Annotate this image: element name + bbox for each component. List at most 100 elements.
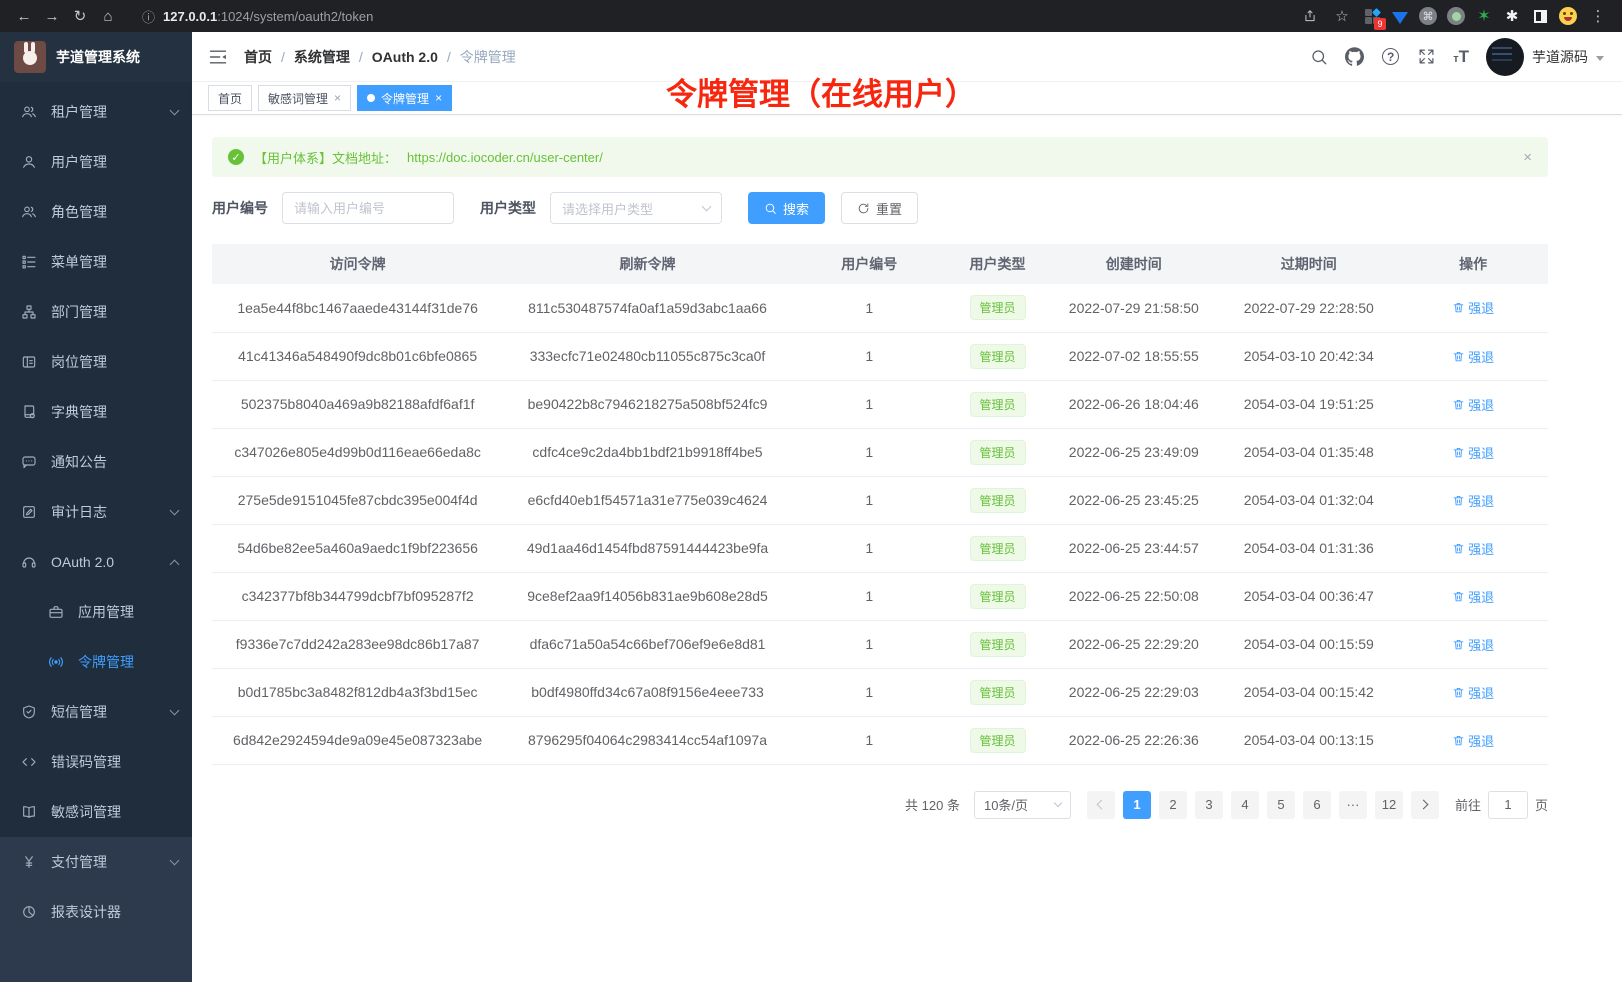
address-bar[interactable]: ⓘ 127.0.0.1:1024/system/oauth2/token [130, 4, 1282, 28]
sidebar-item[interactable]: 租户管理 [0, 87, 192, 137]
table-header-cell: 用户类型 [947, 244, 1049, 284]
page-number-button[interactable]: 3 [1195, 791, 1223, 819]
doc-link[interactable]: https://doc.iocoder.cn/user-center/ [407, 150, 603, 165]
user-id-cell: 1 [792, 620, 947, 668]
created-time-cell: 2022-06-25 23:44:57 [1048, 524, 1219, 572]
sidebar-item-icon [21, 304, 37, 320]
browser-forward-icon[interactable]: → [38, 3, 66, 29]
breadcrumb-item[interactable]: 首页 [244, 47, 272, 67]
sidebar-item[interactable]: 角色管理 [0, 187, 192, 237]
page-number-button[interactable]: 5 [1267, 791, 1295, 819]
breadcrumb-item[interactable]: 系统管理 [294, 47, 350, 67]
browser-back-icon[interactable]: ← [10, 3, 38, 29]
page-number-button[interactable]: ··· [1339, 791, 1367, 819]
next-page-button[interactable] [1411, 791, 1439, 819]
page-size-select[interactable]: 10条/页 [974, 791, 1071, 819]
extension-gem-icon[interactable] [1388, 4, 1412, 28]
sidebar-item[interactable]: 应用管理 [0, 587, 192, 637]
force-logout-link[interactable]: 强退 [1452, 347, 1494, 366]
sidebar-item[interactable]: 支付管理 [0, 837, 192, 887]
share-icon[interactable] [1296, 3, 1324, 29]
page-number-button[interactable]: 12 [1375, 791, 1403, 819]
force-logout-link[interactable]: 强退 [1452, 683, 1494, 702]
force-logout-link[interactable]: 强退 [1452, 491, 1494, 510]
sidebar-item[interactable]: OAuth 2.0 [0, 537, 192, 587]
sidebar-item[interactable]: 菜单管理 [0, 237, 192, 287]
help-icon[interactable]: ? [1381, 47, 1400, 66]
sidebar-item[interactable]: 报表设计器 [0, 887, 192, 937]
sidebar-item-label: 令牌管理 [78, 652, 178, 672]
page-number-button[interactable]: 4 [1231, 791, 1259, 819]
page-number-button[interactable]: 6 [1303, 791, 1331, 819]
force-logout-link[interactable]: 强退 [1452, 443, 1494, 462]
user-id-input[interactable] [282, 192, 454, 224]
bookmark-star-icon[interactable]: ☆ [1328, 3, 1356, 29]
refresh-icon [857, 202, 870, 215]
browser-refresh-icon[interactable]: ↻ [66, 3, 94, 29]
fullscreen-icon[interactable] [1417, 47, 1436, 66]
user-type-select[interactable]: 请选择用户类型 [550, 192, 722, 224]
user-id-cell: 1 [792, 332, 947, 380]
sidebar-item[interactable]: 短信管理 [0, 687, 192, 737]
sidebar-item[interactable]: 用户管理 [0, 137, 192, 187]
sidebar-menu-bottom: 支付管理 报表设计器 [0, 837, 192, 982]
search-button[interactable]: 搜索 [748, 192, 825, 224]
force-logout-link[interactable]: 强退 [1452, 539, 1494, 558]
github-icon[interactable] [1345, 47, 1364, 66]
sidebar-item[interactable]: 字典管理 [0, 387, 192, 437]
extension-grid-icon[interactable]: 9 [1360, 4, 1384, 28]
sidebar-item-icon [21, 204, 37, 220]
filter-form: 用户编号 用户类型 请选择用户类型 搜索 重置 [212, 192, 1548, 224]
sidebar-collapse-icon[interactable] [208, 47, 228, 67]
reset-button[interactable]: 重置 [841, 192, 918, 224]
sidebar-item[interactable]: 令牌管理 [0, 637, 192, 687]
page-number-button[interactable]: 2 [1159, 791, 1187, 819]
force-logout-link[interactable]: 强退 [1452, 395, 1494, 414]
browser-menu-icon[interactable]: ⋮ [1584, 3, 1612, 29]
tab[interactable]: 令牌管理 × [357, 85, 452, 111]
sidebar-item[interactable]: 审计日志 [0, 487, 192, 537]
search-icon[interactable] [1309, 47, 1328, 66]
sidebar-item-label: 短信管理 [51, 702, 171, 722]
refresh-token-cell: 333ecfc71e02480cb11055c875c3ca0f [503, 332, 792, 380]
force-logout-link[interactable]: 强退 [1452, 731, 1494, 750]
tab-close-icon[interactable]: × [435, 91, 442, 105]
sidebar-item[interactable]: 敏感词管理 [0, 787, 192, 837]
goto-page-input[interactable] [1488, 791, 1528, 819]
sidebar-item[interactable]: 通知公告 [0, 437, 192, 487]
alert-close-icon[interactable]: × [1523, 149, 1532, 166]
force-logout-link[interactable]: 强退 [1452, 587, 1494, 606]
sidebar-item[interactable]: 岗位管理 [0, 337, 192, 387]
sidebar-item[interactable]: 部门管理 [0, 287, 192, 337]
extension-pinwheel-icon[interactable]: ✱ [1500, 4, 1524, 28]
refresh-token-cell: e6cfd40eb1f54571a31e775e039c4624 [503, 476, 792, 524]
tab-label: 敏感词管理 [268, 90, 328, 107]
force-logout-link[interactable]: 强退 [1452, 298, 1494, 317]
tab-close-icon[interactable]: × [334, 91, 341, 105]
access-token-cell: c342377bf8b344799dcbf7bf095287f2 [212, 572, 503, 620]
breadcrumb-item[interactable]: OAuth 2.0 [372, 49, 438, 65]
page-number-button[interactable]: 1 [1123, 791, 1151, 819]
site-info-icon[interactable]: ⓘ [142, 7, 155, 26]
extension-command-icon[interactable]: ⌘ [1416, 4, 1440, 28]
browser-home-icon[interactable]: ⌂ [94, 3, 122, 29]
font-size-icon[interactable]: тT [1453, 47, 1469, 67]
force-logout-link[interactable]: 强退 [1452, 635, 1494, 654]
page-content: ✓ 【用户体系】文档地址： https://doc.iocoder.cn/use… [192, 115, 1622, 982]
extension-reader-icon[interactable] [1528, 4, 1552, 28]
extension-star-icon[interactable]: ✶ [1472, 4, 1496, 28]
sidebar-item-label: 敏感词管理 [51, 802, 178, 822]
prev-page-button[interactable] [1087, 791, 1115, 819]
tab[interactable]: 首页 [208, 85, 252, 111]
tab[interactable]: 敏感词管理 × [258, 85, 351, 111]
access-token-cell: 54d6be82ee5a460a9aedc1f9bf223656 [212, 524, 503, 572]
created-time-cell: 2022-07-29 21:58:50 [1048, 284, 1219, 332]
sidebar-item-icon [21, 904, 37, 920]
url-path: :1024/system/oauth2/token [217, 9, 373, 24]
extension-record-icon[interactable] [1444, 4, 1468, 28]
sidebar-item[interactable]: 错误码管理 [0, 737, 192, 787]
breadcrumb-item[interactable]: 令牌管理 [460, 47, 516, 67]
table-header-cell: 用户编号 [792, 244, 947, 284]
extension-emoji-icon[interactable] [1556, 4, 1580, 28]
user-menu[interactable]: 芋道源码 [1486, 38, 1604, 76]
